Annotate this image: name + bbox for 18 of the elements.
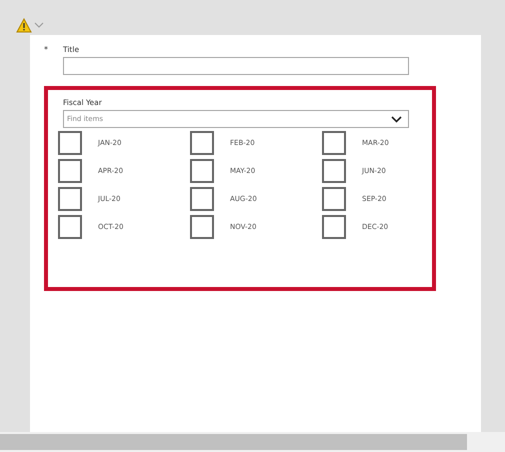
- required-marker: *: [44, 45, 49, 56]
- checkbox[interactable]: [190, 159, 214, 183]
- checkbox[interactable]: [58, 187, 82, 211]
- checkbox[interactable]: [58, 131, 82, 155]
- scrollbar-thumb[interactable]: [0, 434, 467, 450]
- checkbox[interactable]: [322, 187, 346, 211]
- checkbox[interactable]: [322, 131, 346, 155]
- chevron-down-icon: [391, 116, 402, 122]
- checkbox[interactable]: [190, 131, 214, 155]
- checkbox[interactable]: [190, 187, 214, 211]
- checkbox[interactable]: [322, 159, 346, 183]
- warning-icon: [16, 18, 32, 33]
- horizontal-scrollbar[interactable]: [0, 432, 505, 452]
- checkbox[interactable]: [322, 215, 346, 239]
- title-input[interactable]: [63, 57, 409, 75]
- checkbox[interactable]: [58, 159, 82, 183]
- checkbox[interactable]: [190, 215, 214, 239]
- checkbox[interactable]: [58, 215, 82, 239]
